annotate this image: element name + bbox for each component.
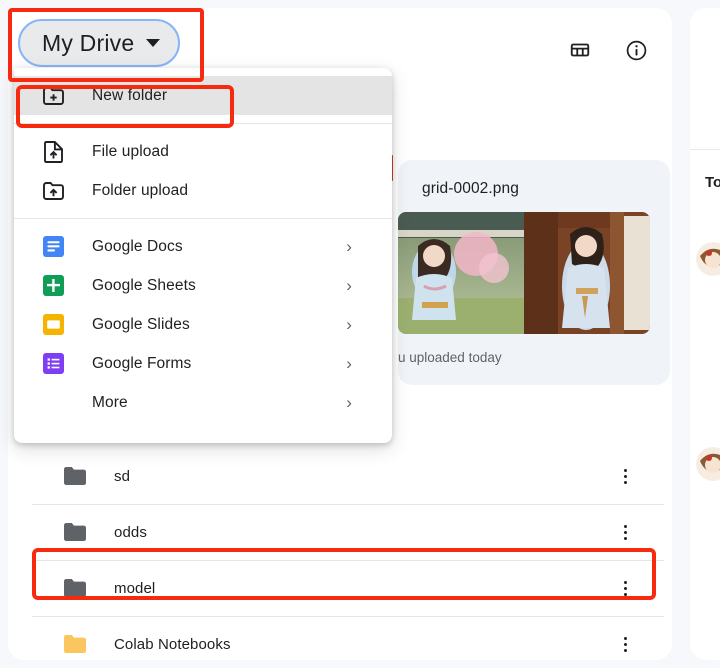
grid-view-icon[interactable] xyxy=(568,38,592,62)
menu-item-label: Folder upload xyxy=(92,182,188,200)
avatar[interactable] xyxy=(696,242,720,276)
folder-icon xyxy=(64,635,86,653)
info-circle-icon[interactable] xyxy=(624,38,648,62)
google-sheets-icon xyxy=(42,275,64,297)
more-vertical-icon[interactable] xyxy=(616,634,634,654)
avatar[interactable] xyxy=(696,447,720,481)
folder-icon xyxy=(64,523,86,541)
chevron-right-icon: › xyxy=(346,238,352,255)
menu-item-label: New folder xyxy=(92,87,167,105)
chevron-right-icon: › xyxy=(346,316,352,333)
file-name: Colab Notebooks xyxy=(114,636,231,653)
google-forms-icon xyxy=(42,353,64,375)
chevron-down-icon xyxy=(146,39,160,47)
menu-item-google-sheets[interactable]: Google Sheets › xyxy=(14,266,392,305)
suggestion-file-name: grid-0002.png xyxy=(422,180,519,198)
menu-item-folder-upload[interactable]: Folder upload xyxy=(14,171,392,210)
toolbar-icons xyxy=(568,38,648,62)
menu-item-google-docs[interactable]: Google Docs › xyxy=(14,227,392,266)
file-upload-icon xyxy=(42,141,64,163)
app-root: grid-0002.png xyxy=(0,0,720,668)
menu-item-new-folder[interactable]: New folder xyxy=(14,76,392,115)
google-docs-icon xyxy=(42,236,64,258)
file-row-colab-notebooks[interactable]: Colab Notebooks xyxy=(16,616,680,668)
new-folder-icon xyxy=(42,85,64,107)
folder-icon xyxy=(64,467,86,485)
menu-item-label: Google Docs xyxy=(92,238,183,256)
menu-item-google-forms[interactable]: Google Forms › xyxy=(14,344,392,383)
file-row-model[interactable]: model xyxy=(16,560,680,616)
suggestion-subtitle: u uploaded today xyxy=(398,350,502,365)
new-item-dropdown-menu: New folder File upload Folder upload xyxy=(14,68,392,443)
menu-item-file-upload[interactable]: File upload xyxy=(14,132,392,171)
menu-item-label: Google Slides xyxy=(92,316,190,334)
menu-item-label: More xyxy=(92,394,128,412)
menu-divider xyxy=(14,218,392,219)
more-vertical-icon[interactable] xyxy=(616,578,634,598)
no-icon-placeholder xyxy=(42,392,64,414)
my-drive-button[interactable]: My Drive xyxy=(18,19,180,67)
file-name: odds xyxy=(114,524,147,541)
chevron-right-icon: › xyxy=(346,394,352,411)
right-panel-title: To xyxy=(705,174,720,191)
suggestion-thumbnail xyxy=(398,212,650,334)
folder-icon xyxy=(64,579,86,597)
file-name: sd xyxy=(114,468,130,485)
file-list: sd odds model Col xyxy=(16,448,680,668)
file-name: model xyxy=(114,580,155,597)
folder-upload-icon xyxy=(42,180,64,202)
thumbnail-left xyxy=(398,212,524,334)
my-drive-label: My Drive xyxy=(42,30,134,57)
menu-item-label: File upload xyxy=(92,143,169,161)
divider xyxy=(690,149,720,150)
right-side-panel: To xyxy=(690,8,720,660)
more-vertical-icon[interactable] xyxy=(616,522,634,542)
thumbnail-right xyxy=(524,212,650,334)
menu-divider xyxy=(14,123,392,124)
file-row-odds[interactable]: odds xyxy=(16,504,680,560)
chevron-right-icon: › xyxy=(346,355,352,372)
menu-item-google-slides[interactable]: Google Slides › xyxy=(14,305,392,344)
chevron-right-icon: › xyxy=(346,277,352,294)
google-slides-icon xyxy=(42,314,64,336)
menu-item-label: Google Forms xyxy=(92,355,191,373)
suggestion-card[interactable]: grid-0002.png xyxy=(398,160,670,385)
menu-item-more[interactable]: More › xyxy=(14,383,392,422)
more-vertical-icon[interactable] xyxy=(616,466,634,486)
file-row-sd[interactable]: sd xyxy=(16,448,680,504)
menu-item-label: Google Sheets xyxy=(92,277,196,295)
